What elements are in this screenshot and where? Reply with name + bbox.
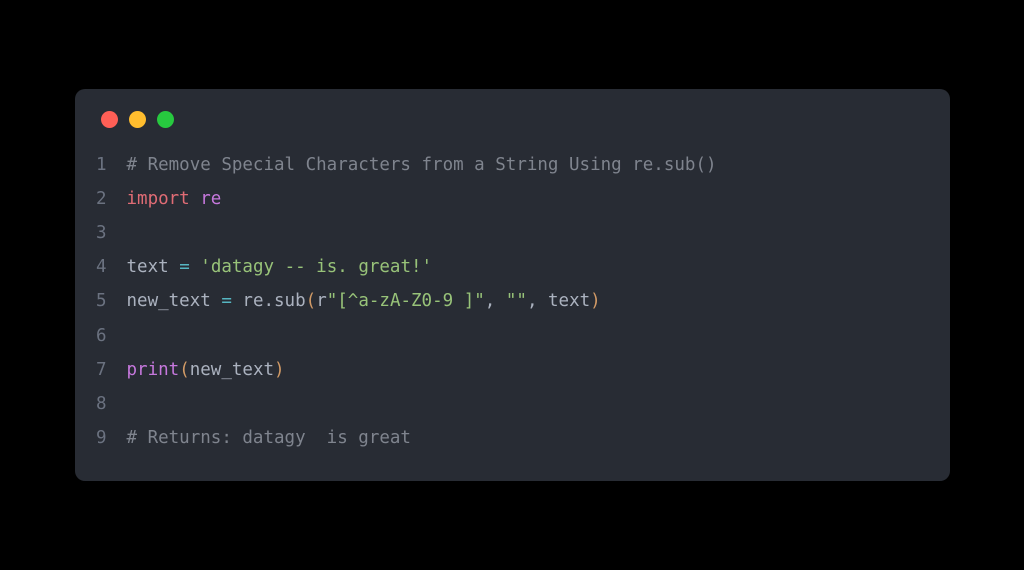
token-string: "" bbox=[506, 291, 527, 311]
token-operator: = bbox=[179, 257, 190, 277]
token-ident: re.sub bbox=[232, 291, 306, 311]
line-number: 8 bbox=[75, 387, 127, 421]
code-content[interactable]: import re bbox=[127, 182, 222, 216]
code-line[interactable]: 9# Returns: datagy is great bbox=[75, 421, 950, 455]
code-line[interactable]: 7print(new_text) bbox=[75, 353, 950, 387]
token-paren: ) bbox=[274, 360, 285, 380]
token-ident: new_text bbox=[127, 291, 222, 311]
maximize-icon[interactable] bbox=[157, 111, 174, 128]
token-string: "[^a-zA-Z0-9 ]" bbox=[327, 291, 485, 311]
code-line[interactable]: 6 bbox=[75, 319, 950, 353]
token-paren: ( bbox=[306, 291, 317, 311]
code-content[interactable]: # Remove Special Characters from a Strin… bbox=[127, 148, 717, 182]
code-content[interactable]: new_text = re.sub(r"[^a-zA-Z0-9 ]", "", … bbox=[127, 284, 601, 318]
code-content[interactable]: # Returns: datagy is great bbox=[127, 421, 411, 455]
close-icon[interactable] bbox=[101, 111, 118, 128]
code-editor[interactable]: 1# Remove Special Characters from a Stri… bbox=[75, 148, 950, 455]
minimize-icon[interactable] bbox=[129, 111, 146, 128]
line-number: 4 bbox=[75, 250, 127, 284]
code-content[interactable]: print(new_text) bbox=[127, 353, 285, 387]
line-number: 3 bbox=[75, 216, 127, 250]
token-ident: , bbox=[485, 291, 506, 311]
code-line[interactable]: 2import re bbox=[75, 182, 950, 216]
window-titlebar bbox=[75, 111, 950, 148]
token-keyword: import bbox=[127, 189, 190, 209]
code-content[interactable] bbox=[127, 216, 138, 250]
line-number: 2 bbox=[75, 182, 127, 216]
token-string: 'datagy -- is. great!' bbox=[200, 257, 432, 277]
token-ident bbox=[190, 189, 201, 209]
token-prefix: r bbox=[316, 291, 327, 311]
code-line[interactable]: 1# Remove Special Characters from a Stri… bbox=[75, 148, 950, 182]
token-comment: # Remove Special Characters from a Strin… bbox=[127, 155, 717, 175]
token-operator: = bbox=[221, 291, 232, 311]
token-paren: ) bbox=[590, 291, 601, 311]
code-content[interactable] bbox=[127, 387, 138, 421]
token-builtin: print bbox=[127, 360, 180, 380]
token-ident: new_text bbox=[190, 360, 274, 380]
code-line[interactable]: 5new_text = re.sub(r"[^a-zA-Z0-9 ]", "",… bbox=[75, 284, 950, 318]
token-ident: text bbox=[127, 257, 180, 277]
code-content[interactable] bbox=[127, 319, 138, 353]
code-line[interactable]: 3 bbox=[75, 216, 950, 250]
code-content[interactable]: text = 'datagy -- is. great!' bbox=[127, 250, 433, 284]
token-module: re bbox=[200, 189, 221, 209]
line-number: 9 bbox=[75, 421, 127, 455]
token-ident: , text bbox=[527, 291, 590, 311]
code-line[interactable]: 8 bbox=[75, 387, 950, 421]
line-number: 7 bbox=[75, 353, 127, 387]
token-ident bbox=[190, 257, 201, 277]
code-line[interactable]: 4text = 'datagy -- is. great!' bbox=[75, 250, 950, 284]
code-window: 1# Remove Special Characters from a Stri… bbox=[75, 89, 950, 481]
token-comment: # Returns: datagy is great bbox=[127, 428, 411, 448]
token-paren: ( bbox=[179, 360, 190, 380]
line-number: 6 bbox=[75, 319, 127, 353]
line-number: 5 bbox=[75, 284, 127, 318]
line-number: 1 bbox=[75, 148, 127, 182]
